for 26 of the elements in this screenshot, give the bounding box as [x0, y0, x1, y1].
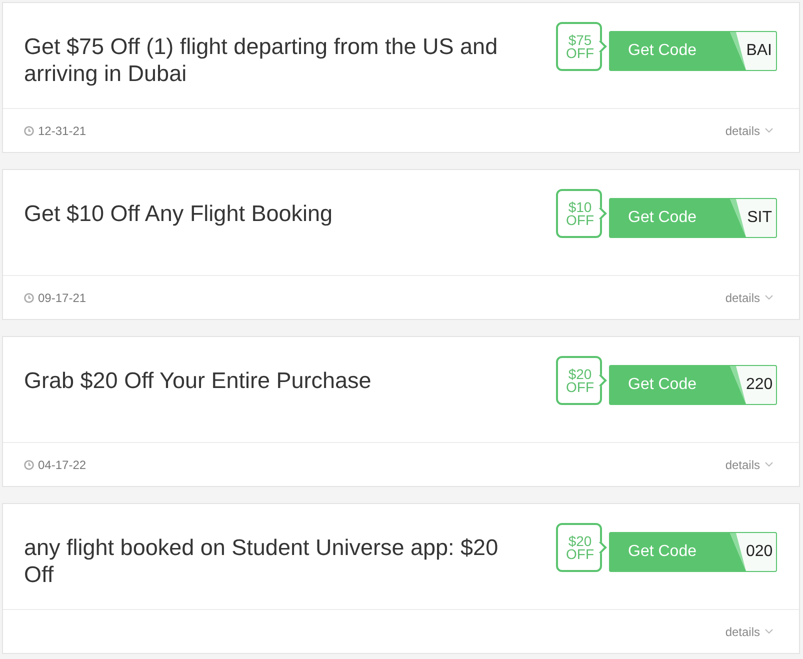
clock-icon	[24, 292, 34, 302]
discount-badge: $10 OFF	[556, 189, 609, 238]
expiry-date: 09-17-21	[38, 290, 86, 304]
expiry-date: 12-31-21	[38, 124, 86, 138]
chevron-down-icon	[765, 295, 773, 300]
code-text: BAI	[746, 42, 773, 60]
discount-badge: $20 OFF	[556, 523, 609, 572]
discount-badge: $20 OFF	[556, 356, 609, 405]
details-toggle[interactable]: details	[725, 124, 773, 138]
code-text: 220	[746, 376, 774, 394]
code-text: 020	[746, 543, 774, 561]
chevron-down-icon	[765, 128, 773, 133]
details-toggle[interactable]: details	[725, 458, 773, 472]
coupon-title: any flight booked on Student Universe app: $20 Off	[24, 534, 500, 588]
coupon-title: Get $75 Off (1) flight departing from the US and arriving in Dubai	[24, 33, 499, 87]
code-text: SIT	[747, 209, 773, 227]
details-toggle[interactable]: details	[725, 290, 773, 304]
clock-icon	[24, 460, 34, 470]
clock-icon	[24, 126, 34, 136]
chevron-down-icon	[765, 629, 773, 634]
expiry-date: 04-17-22	[38, 458, 86, 472]
coupon-title: Grab $20 Off Your Entire Purchase	[24, 367, 372, 394]
chevron-down-icon	[765, 462, 773, 467]
details-toggle[interactable]: details	[725, 624, 773, 638]
discount-badge: $75 OFF	[556, 22, 609, 71]
coupon-title: Get $10 Off Any Flight Booking	[24, 200, 333, 227]
